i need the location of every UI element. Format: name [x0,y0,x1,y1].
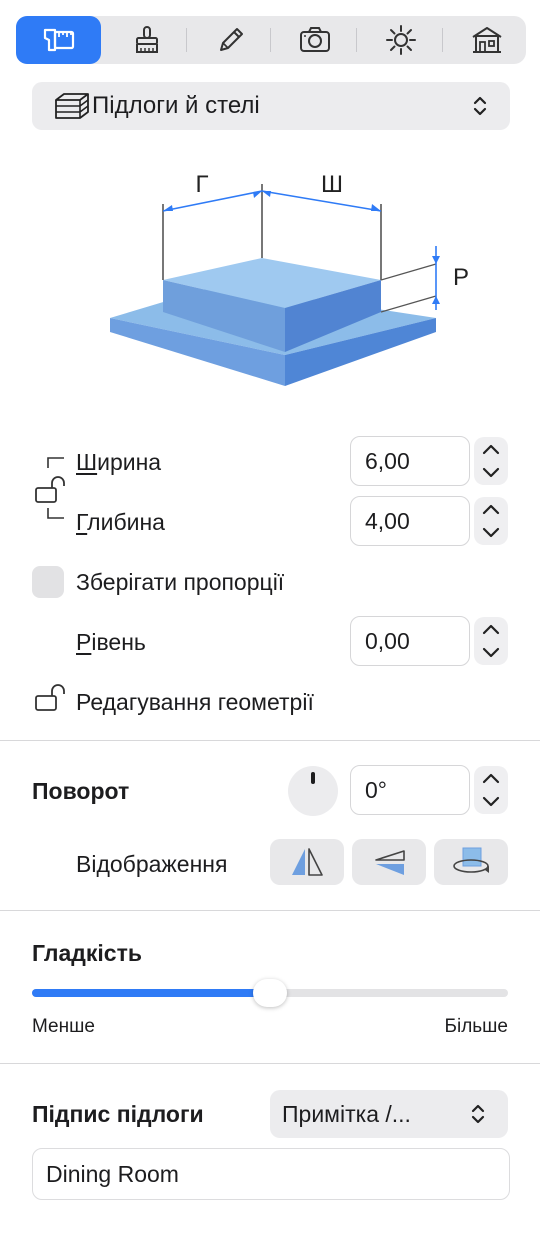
section-divider [0,740,540,741]
toolbar-separator [270,28,271,52]
width-field[interactable]: 6,00 [350,436,470,486]
flip-horizontal-button[interactable] [270,839,344,885]
keep-proportions-label: Зберігати пропорції [76,569,285,595]
depth-label: Глибина [76,509,165,535]
object-type-label: Підлоги й стелі [92,92,260,119]
floor-slab-icon [55,93,89,119]
smoothness-slider[interactable] [32,979,508,1007]
flip-3d-button[interactable] [434,839,508,885]
floor-label-selected: Примітка /... [282,1101,411,1127]
pencil-icon [220,28,243,51]
smoothness-min-label: Менше [32,1016,95,1037]
stepper-up-icon [482,624,500,635]
chevron-updown-icon [471,1104,485,1124]
width-stepper[interactable] [474,437,508,485]
width-label: Ширина [76,449,162,475]
rotation-stepper[interactable] [474,766,508,814]
level-label: Рівень [76,629,146,655]
rotation-title: Поворот [32,778,130,804]
stepper-down-icon [482,527,500,538]
keep-proportions-checkbox[interactable] [32,566,64,598]
level-letter: Р [453,264,469,291]
stepper-down-icon [482,467,500,478]
depth-field[interactable]: 4,00 [350,496,470,546]
section-divider [0,910,540,911]
smoothness-title: Гладкість [32,940,142,966]
toolbar-separator [186,28,187,52]
caliper-ruler-icon [43,28,74,52]
camera-icon [300,27,330,52]
object-type-select[interactable]: Підлоги й стелі [32,82,510,130]
rotation-field[interactable]: 0° [350,765,470,815]
flip-horizontal-icon [292,848,323,876]
tab-lighting[interactable] [370,16,432,64]
toolbar-separator [442,28,443,52]
stepper-down-icon [482,796,500,807]
width-letter: Ш [321,171,343,198]
rotation-dial[interactable] [288,766,338,816]
proportion-lock-icon[interactable] [34,476,72,506]
toolbar-separator [356,28,357,52]
floor-label-title: Підпис підлоги [32,1101,204,1127]
chevron-updown-icon [473,96,487,116]
floor-label-text-field[interactable]: Dining Room [32,1148,510,1200]
stepper-up-icon [482,444,500,455]
slider-thumb[interactable] [253,979,287,1007]
floor-label-select[interactable]: Примітка /... [270,1090,508,1138]
house-icon [472,27,502,53]
tab-edit[interactable] [200,16,262,64]
slider-fill [32,989,270,997]
edit-geometry-label: Редагування геометрії [76,689,314,715]
mirror-label: Відображення [76,851,228,877]
section-divider [0,1063,540,1064]
level-field[interactable]: 0,00 [350,616,470,666]
tab-camera[interactable] [284,16,346,64]
inspector-toolbar [16,16,526,64]
tab-building[interactable] [456,16,518,64]
dimensions-diagram: Г Ш Р [110,171,469,386]
stepper-up-icon [482,773,500,784]
brush-stamp-icon [136,26,158,53]
depth-letter: Г [196,171,209,198]
tab-style[interactable] [116,16,178,64]
sun-icon [386,25,416,55]
flip-vertical-icon [375,850,405,875]
dial-indicator [311,772,315,784]
depth-stepper[interactable] [474,497,508,545]
level-stepper[interactable] [474,617,508,665]
smoothness-max-label: Більше [444,1016,509,1037]
edit-geometry-lock-icon[interactable] [34,684,72,714]
tab-dimensions[interactable] [16,16,101,64]
rotate-3d-icon [453,847,489,873]
flip-vertical-button[interactable] [352,839,426,885]
stepper-up-icon [482,504,500,515]
stepper-down-icon [482,647,500,658]
